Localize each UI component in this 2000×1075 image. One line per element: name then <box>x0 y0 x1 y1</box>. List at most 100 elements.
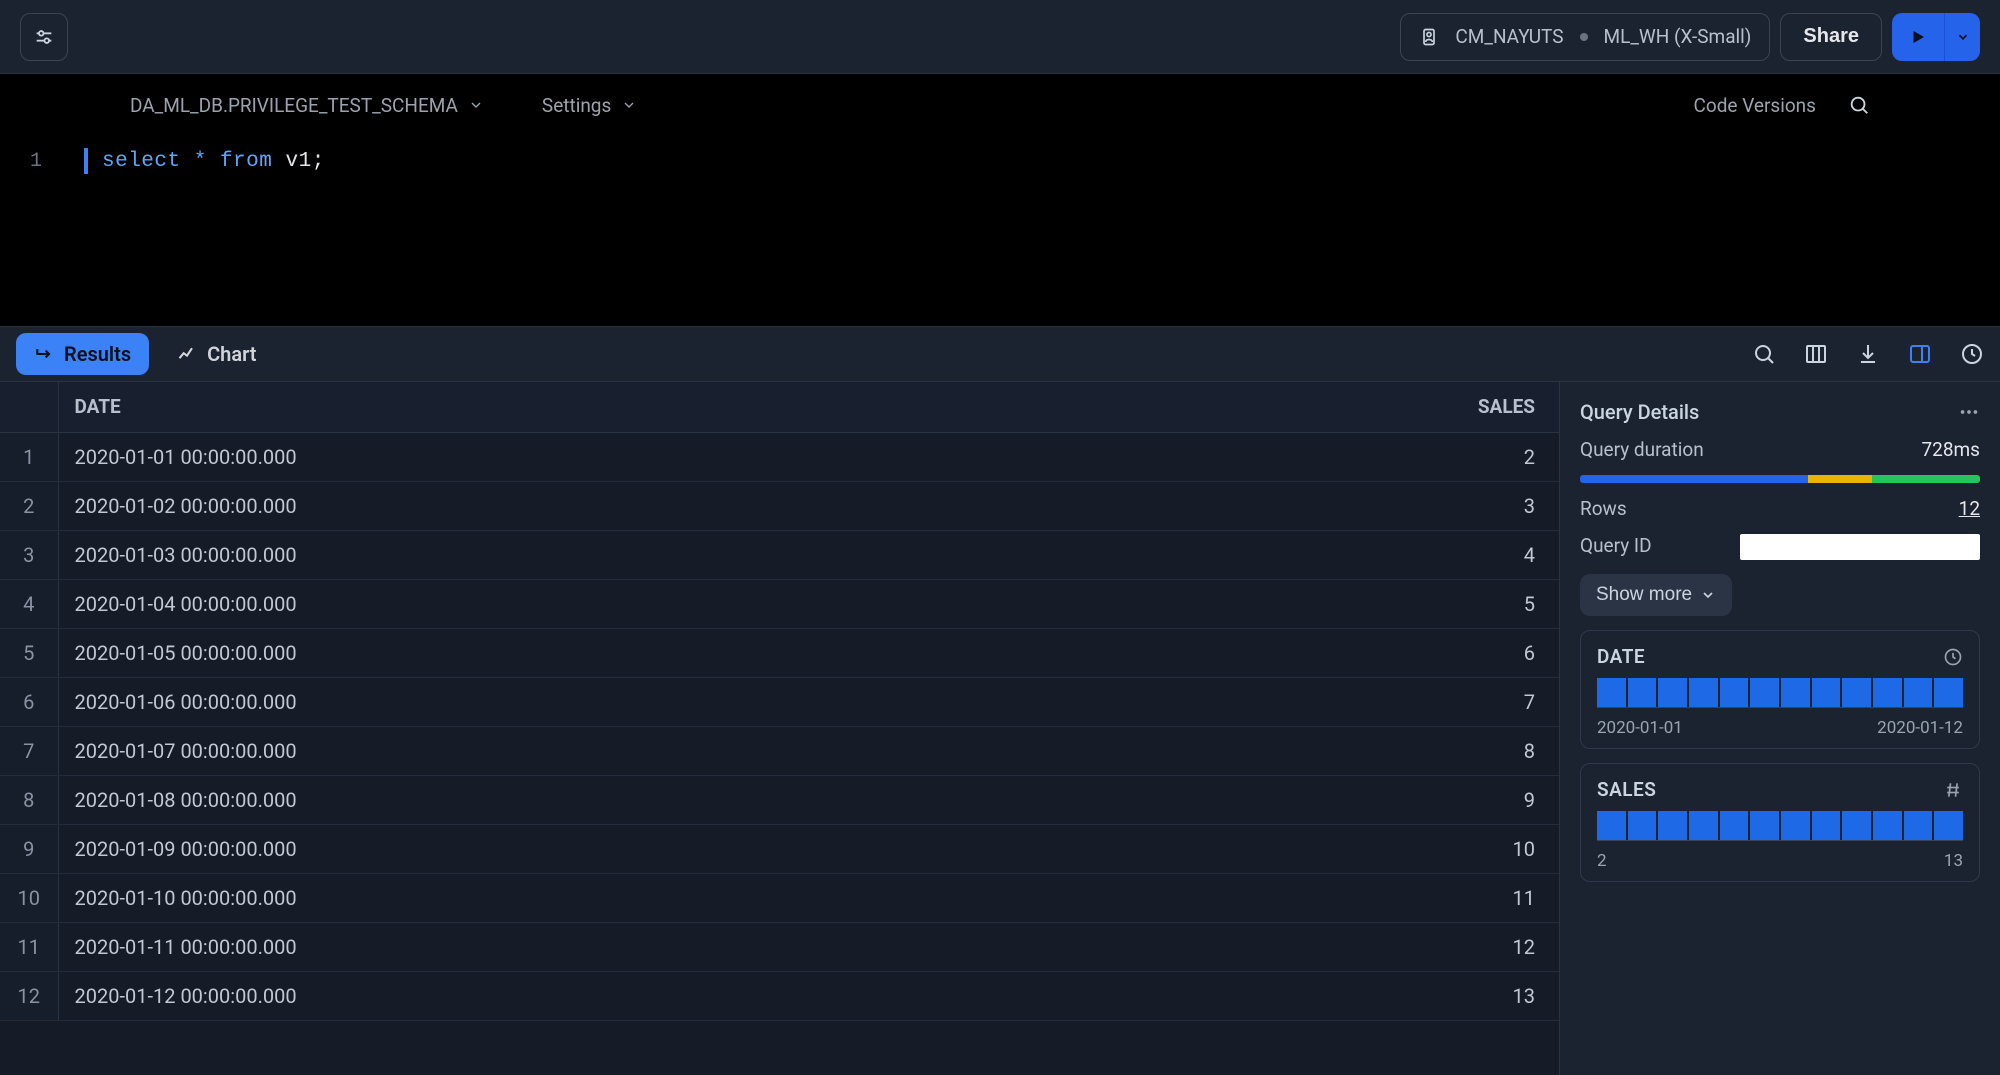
cell-sales: 3 <box>1144 481 1559 530</box>
row-number: 10 <box>0 873 58 922</box>
cell-sales: 9 <box>1144 775 1559 824</box>
sales-histogram <box>1597 811 1963 841</box>
identifier: v1 <box>285 150 311 173</box>
table-row[interactable]: 62020-01-06 00:00:00.0007 <box>0 677 1559 726</box>
role-label: CM_NAYUTS <box>1455 25 1563 48</box>
row-number: 9 <box>0 824 58 873</box>
play-icon <box>1909 28 1927 46</box>
cell-date: 2020-01-05 00:00:00.000 <box>58 628 1144 677</box>
table-row[interactable]: 12020-01-01 00:00:00.0002 <box>0 432 1559 481</box>
table-row[interactable]: 102020-01-10 00:00:00.00011 <box>0 873 1559 922</box>
code-versions-button[interactable]: Code Versions <box>1694 94 1816 117</box>
query-details-panel: Query Details Query duration 728ms Rows … <box>1560 382 2000 1075</box>
settings-label: Settings <box>542 94 611 117</box>
cell-sales: 12 <box>1144 922 1559 971</box>
search-icon[interactable] <box>1752 342 1776 366</box>
cell-sales: 4 <box>1144 530 1559 579</box>
schema-selector[interactable]: DA_ML_DB.PRIVILEGE_TEST_SCHEMA <box>130 94 484 117</box>
settings-toggle-button[interactable] <box>20 13 68 61</box>
editor-line: 1 select * from v1 ; <box>0 146 2000 176</box>
cell-date: 2020-01-11 00:00:00.000 <box>58 922 1144 971</box>
sliders-icon <box>33 26 55 48</box>
cell-sales: 13 <box>1144 971 1559 1020</box>
operator: * <box>194 150 207 173</box>
search-icon[interactable] <box>1848 94 1870 116</box>
cell-date: 2020-01-08 00:00:00.000 <box>58 775 1144 824</box>
share-button[interactable]: Share <box>1780 13 1882 61</box>
col-date[interactable]: DATE <box>58 382 1144 432</box>
results-table: DATE SALES 12020-01-01 00:00:00.00022202… <box>0 382 1559 1021</box>
cell-date: 2020-01-07 00:00:00.000 <box>58 726 1144 775</box>
table-row[interactable]: 122020-01-12 00:00:00.00013 <box>0 971 1559 1020</box>
range-max: 2020-01-12 <box>1877 718 1963 738</box>
table-row[interactable]: 92020-01-09 00:00:00.00010 <box>0 824 1559 873</box>
cell-sales: 7 <box>1144 677 1559 726</box>
download-icon[interactable] <box>1856 342 1880 366</box>
label: Query ID <box>1580 534 1652 560</box>
row-number: 5 <box>0 628 58 677</box>
row-number: 2 <box>0 481 58 530</box>
query-duration-row: Query duration 728ms <box>1580 438 1980 461</box>
query-details-title: Query Details <box>1580 400 1699 424</box>
chevron-down-icon <box>1700 587 1716 603</box>
run-button[interactable] <box>1892 13 1944 61</box>
role-warehouse-pill[interactable]: CM_NAYUTS ML_WH (X-Small) <box>1400 13 1770 61</box>
cell-sales: 10 <box>1144 824 1559 873</box>
columns-icon[interactable] <box>1804 342 1828 366</box>
table-row[interactable]: 52020-01-05 00:00:00.0006 <box>0 628 1559 677</box>
table-row[interactable]: 32020-01-03 00:00:00.0004 <box>0 530 1559 579</box>
range-max: 13 <box>1944 851 1963 871</box>
cursor-indicator <box>84 148 88 174</box>
line-number: 1 <box>0 150 72 173</box>
context-row: DA_ML_DB.PRIVILEGE_TEST_SCHEMA Settings … <box>0 74 2000 136</box>
cell-date: 2020-01-02 00:00:00.000 <box>58 481 1144 530</box>
enter-icon <box>34 344 54 364</box>
row-number: 1 <box>0 432 58 481</box>
mini-sales-card: SALES 2 13 <box>1580 763 1980 882</box>
table-row[interactable]: 42020-01-04 00:00:00.0005 <box>0 579 1559 628</box>
cell-date: 2020-01-03 00:00:00.000 <box>58 530 1144 579</box>
label: SALES <box>1597 778 1656 801</box>
punct: ; <box>312 150 325 173</box>
chart-line-icon <box>177 344 197 364</box>
clock-icon <box>1943 647 1963 667</box>
tab-results[interactable]: Results <box>16 333 149 375</box>
table-row[interactable]: 82020-01-08 00:00:00.0009 <box>0 775 1559 824</box>
query-id-value[interactable] <box>1740 534 1980 560</box>
panel-toggle-icon[interactable] <box>1908 342 1932 366</box>
result-toolbar <box>1752 342 1984 366</box>
cell-date: 2020-01-04 00:00:00.000 <box>58 579 1144 628</box>
row-number: 12 <box>0 971 58 1020</box>
label: Query duration <box>1580 438 1704 461</box>
cell-date: 2020-01-01 00:00:00.000 <box>58 432 1144 481</box>
duration-bar <box>1580 475 1980 483</box>
keyword: from <box>220 150 272 173</box>
table-row[interactable]: 112020-01-11 00:00:00.00012 <box>0 922 1559 971</box>
value[interactable]: 12 <box>1959 497 1980 520</box>
range-min: 2020-01-01 <box>1597 718 1683 738</box>
separator-dot <box>1580 33 1588 41</box>
history-icon[interactable] <box>1960 342 1984 366</box>
role-icon <box>1419 27 1439 47</box>
cell-sales: 2 <box>1144 432 1559 481</box>
tab-chart[interactable]: Chart <box>159 333 274 375</box>
table-row[interactable]: 22020-01-02 00:00:00.0003 <box>0 481 1559 530</box>
table-row[interactable]: 72020-01-07 00:00:00.0008 <box>0 726 1559 775</box>
sql-editor[interactable]: 1 select * from v1 ; <box>0 136 2000 326</box>
col-rownum[interactable] <box>0 382 58 432</box>
mini-date-card: DATE 2020-01-01 2020-01-12 <box>1580 630 1980 749</box>
row-number: 3 <box>0 530 58 579</box>
cell-date: 2020-01-12 00:00:00.000 <box>58 971 1144 1020</box>
more-icon[interactable] <box>1958 401 1980 423</box>
schema-label: DA_ML_DB.PRIVILEGE_TEST_SCHEMA <box>130 94 458 117</box>
cell-date: 2020-01-10 00:00:00.000 <box>58 873 1144 922</box>
settings-selector[interactable]: Settings <box>542 94 637 117</box>
chevron-down-icon <box>621 97 637 113</box>
cell-date: 2020-01-09 00:00:00.000 <box>58 824 1144 873</box>
col-sales[interactable]: SALES <box>1144 382 1559 432</box>
range-min: 2 <box>1597 851 1607 871</box>
show-more-button[interactable]: Show more <box>1580 574 1732 616</box>
run-options-button[interactable] <box>1944 13 1980 61</box>
query-id-row: Query ID <box>1580 534 1980 560</box>
label: DATE <box>1597 645 1645 668</box>
